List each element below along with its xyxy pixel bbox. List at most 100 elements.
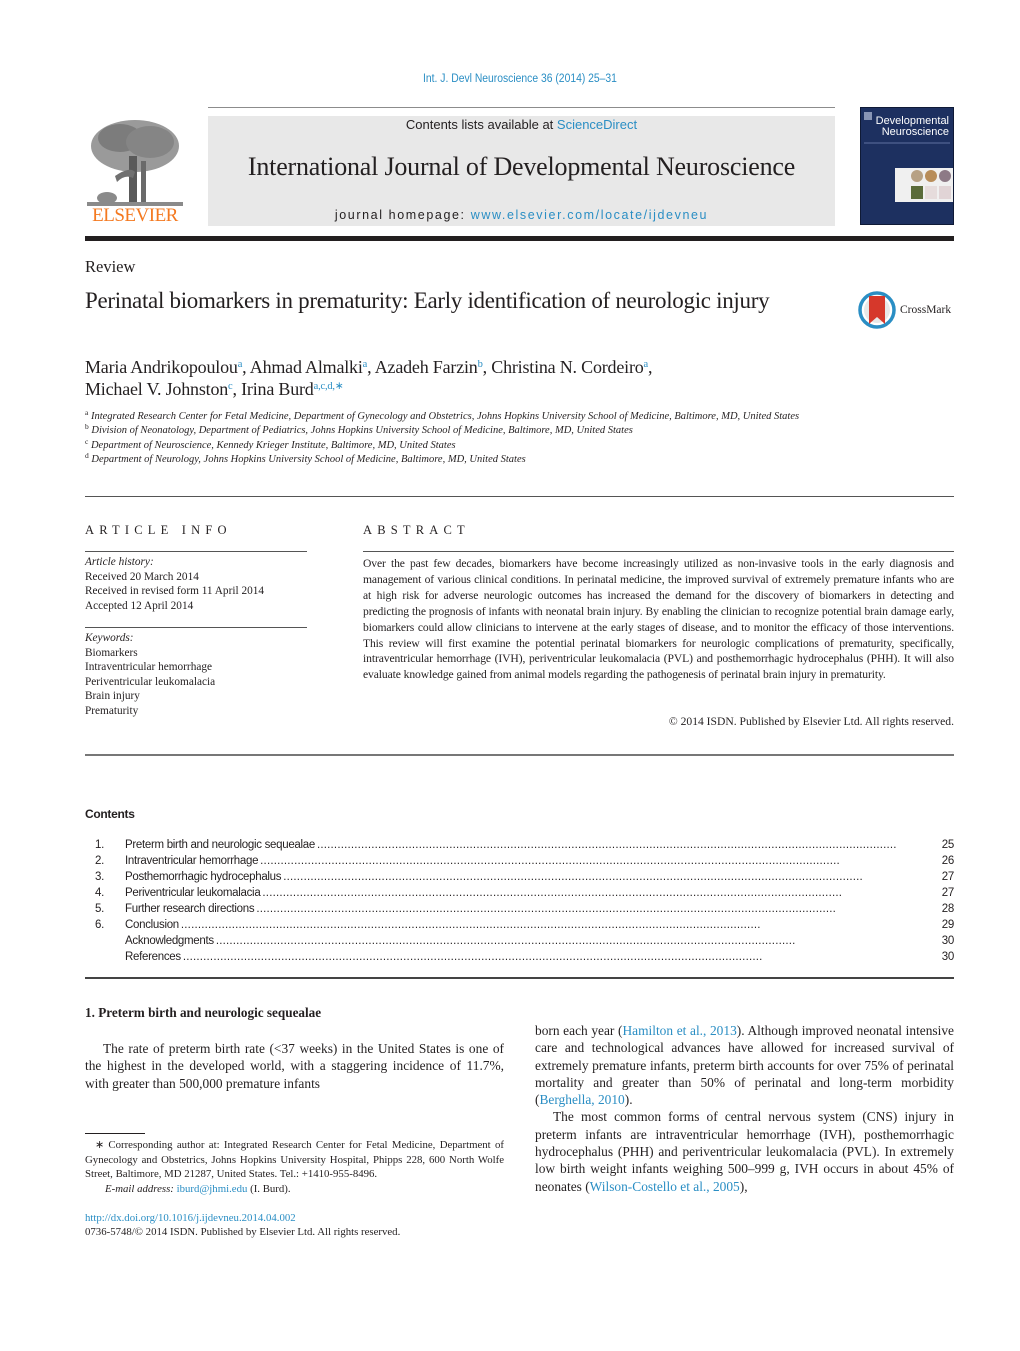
affiliation-item: c Department of Neuroscience, Kennedy Kr… xyxy=(85,436,845,453)
keyword-item: Prematurity xyxy=(85,704,139,717)
journal-cover-thumbnail[interactable]: Developmental Neuroscience xyxy=(860,107,954,225)
author-affiliation-ref[interactable]: a xyxy=(238,359,243,370)
toc-item[interactable]: 4. Periventricular leukomalacia 27 xyxy=(85,885,954,901)
toc-leader-dots xyxy=(317,839,922,851)
citation-link[interactable]: Hamilton et al., 2013 xyxy=(622,1023,736,1038)
toc-title: Intraventricular hemorrhage xyxy=(125,855,259,867)
email-label: E-mail address: xyxy=(105,1182,177,1195)
affiliation-key: c xyxy=(85,436,89,446)
affiliations: a Integrated Research Center for Fetal M… xyxy=(85,408,845,467)
corresponding-author-footnote: ∗ Corresponding author at: Integrated Re… xyxy=(85,1138,504,1196)
table-of-contents: 1. Preterm birth and neurologic sequealae… xyxy=(85,837,954,965)
author-name[interactable]: Irina Burd xyxy=(241,379,314,399)
email-link[interactable]: iburd@jhmi.edu xyxy=(177,1183,248,1195)
keywords-label: Keywords: xyxy=(85,632,134,644)
footnote-rule xyxy=(85,1133,145,1134)
author-name[interactable]: Maria Andrikopoulou xyxy=(85,357,238,377)
article-type: Review xyxy=(85,257,136,276)
contents-heading: Contents xyxy=(85,807,135,821)
email-suffix: (I. Burd). xyxy=(247,1182,291,1195)
elsevier-logo[interactable]: ELSEVIER xyxy=(85,116,185,228)
author-list: Maria Andrikopouloua, Ahmad Almalkia, Az… xyxy=(85,357,653,399)
abstract-text: Over the past few decades, biomarkers ha… xyxy=(363,557,954,682)
keyword-item: Periventricular leukomalacia xyxy=(85,675,216,688)
journal-homepage-link[interactable]: www.elsevier.com/locate/ijdevneu xyxy=(471,208,708,222)
right-column: born each year (Hamilton et al., 2013). … xyxy=(535,1022,954,1195)
author-name[interactable]: Christina N. Cordeiro xyxy=(491,357,643,377)
author-affiliation-ref[interactable]: a xyxy=(363,359,368,370)
toc-title: Posthemorrhagic hydrocephalus xyxy=(125,871,282,883)
citation-link[interactable]: Berghella, 2010 xyxy=(539,1092,624,1107)
crossmark-label: CrossMark xyxy=(900,304,952,316)
author-affiliation-ref[interactable]: a,c,d,∗ xyxy=(314,381,344,392)
cover-figure-panel xyxy=(895,168,953,202)
divider xyxy=(85,496,954,497)
toc-item[interactable]: 1. Preterm birth and neurologic sequealae… xyxy=(85,837,954,853)
keyword-item: Brain injury xyxy=(85,690,140,702)
affiliation-item: d Department of Neurology, Johns Hopkins… xyxy=(85,450,845,467)
toc-number: 2. xyxy=(95,855,104,867)
toc-title: Further research directions xyxy=(125,903,255,915)
toc-leader-dots xyxy=(260,855,922,867)
journal-header-band: Contents lists available at ScienceDirec… xyxy=(208,116,835,226)
abstract-copyright: © 2014 ISDN. Published by Elsevier Ltd. … xyxy=(668,715,954,728)
toc-item[interactable]: 3. Posthemorrhagic hydrocephalus 27 xyxy=(85,869,954,885)
affiliation-item: b Division of Neonatology, Department of… xyxy=(85,423,845,438)
toc-leader-dots xyxy=(256,903,922,915)
author-name[interactable]: Azadeh Farzin xyxy=(375,357,478,377)
body-paragraph: The rate of preterm birth rate (<37 week… xyxy=(85,1041,504,1091)
cover-subtitle-bar xyxy=(864,142,950,144)
sciencedirect-link[interactable]: ScienceDirect xyxy=(557,117,637,132)
footnote-text: ∗ Corresponding author at: Integrated Re… xyxy=(85,1139,504,1180)
footnote-email-line: E-mail address: iburd@jhmi.edu (I. Burd)… xyxy=(85,1182,504,1197)
toc-item[interactable]: References 30 xyxy=(85,949,954,965)
toc-number: 6. xyxy=(95,919,104,931)
affiliation-key: d xyxy=(85,450,89,460)
toc-item[interactable]: 5. Further research directions 28 xyxy=(85,901,954,917)
divider xyxy=(85,627,307,628)
history-item: Received in revised form 11 April 2014 xyxy=(85,585,265,597)
keyword-item: Intraventricular hemorrhage xyxy=(85,661,213,673)
header-thick-rule xyxy=(85,236,954,241)
affiliation-key: a xyxy=(85,408,89,417)
body-paragraph: The most common forms of central nervous… xyxy=(535,1108,954,1194)
toc-number: 4. xyxy=(95,887,104,899)
body-paragraph: born each year (Hamilton et al., 2013). … xyxy=(535,1022,954,1108)
toc-leader-dots xyxy=(262,887,922,899)
abstract-heading: ABSTRACT xyxy=(363,523,470,537)
toc-title: Periventricular leukomalacia xyxy=(125,887,261,899)
crossmark-button[interactable]: CrossMark xyxy=(858,291,958,329)
author-affiliation-ref[interactable]: c xyxy=(228,381,233,392)
author-name[interactable]: Michael V. Johnston xyxy=(85,379,228,399)
toc-title: References xyxy=(125,951,181,963)
paragraph-text: born each year ( xyxy=(535,1023,623,1038)
toc-item[interactable]: 2. Intraventricular hemorrhage 26 xyxy=(85,853,954,869)
section-heading: 1. Preterm birth and neurologic sequeala… xyxy=(85,1005,322,1020)
homepage-label: journal homepage: xyxy=(334,208,471,222)
toc-number: 3. xyxy=(95,871,104,883)
author-name[interactable]: Ahmad Almalki xyxy=(250,357,363,377)
journal-title: International Journal of Developmental N… xyxy=(247,152,796,181)
toc-leader-dots xyxy=(183,951,922,963)
divider xyxy=(85,977,954,979)
toc-item[interactable]: Acknowledgments 30 xyxy=(85,933,954,949)
author-affiliation-ref[interactable]: b xyxy=(478,359,483,370)
toc-title: Conclusion xyxy=(125,919,179,931)
affiliation-text: Division of Neonatology, Department of P… xyxy=(91,425,633,437)
toc-title: Preterm birth and neurologic sequealae xyxy=(125,839,315,851)
author-affiliation-ref[interactable]: a xyxy=(644,359,649,370)
toc-page: 29 xyxy=(941,919,955,931)
cover-title-line2: Neuroscience xyxy=(881,126,949,138)
toc-title: Acknowledgments xyxy=(125,935,214,947)
crossmark-icon xyxy=(858,291,896,329)
toc-leader-dots xyxy=(216,935,922,947)
toc-leader-dots xyxy=(181,919,922,931)
journal-homepage-line: journal homepage: www.elsevier.com/locat… xyxy=(208,208,835,222)
journal-citation-link[interactable]: Int. J. Devl Neuroscience 36 (2014) 25–3… xyxy=(52,73,988,85)
citation-link[interactable]: Wilson-Costello et al., 2005 xyxy=(590,1179,740,1194)
article-history: Article history: Received 20 March 2014 … xyxy=(85,555,264,613)
paragraph-text: ). xyxy=(624,1092,633,1108)
toc-item[interactable]: 6. Conclusion 29 xyxy=(85,917,954,933)
doi-link[interactable]: http://dx.doi.org/10.1016/j.ijdevneu.201… xyxy=(85,1212,296,1224)
toc-page: 28 xyxy=(941,903,955,915)
